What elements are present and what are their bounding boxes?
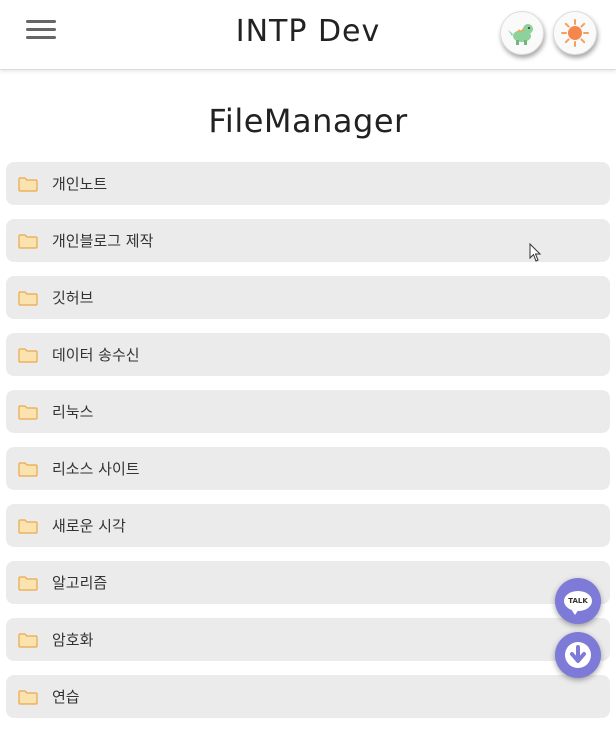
sun-icon <box>561 19 589 47</box>
dinosaur-icon <box>508 24 533 45</box>
folder-item[interactable]: 새로운 시각 <box>6 504 610 547</box>
top-header: INTP Dev <box>0 0 616 70</box>
folder-icon <box>18 404 38 420</box>
mouse-pointer-icon <box>529 243 542 262</box>
folder-label: 연습 <box>52 688 80 706</box>
folder-item[interactable]: 데이터 송수신 <box>6 333 610 376</box>
folder-label: 새로운 시각 <box>52 517 126 535</box>
folder-icon <box>18 233 38 249</box>
folder-label: 알고리즘 <box>52 574 108 592</box>
folder-label: 리소스 사이트 <box>52 460 140 478</box>
folder-item[interactable]: 암호화 <box>6 618 610 661</box>
folder-icon <box>18 176 38 192</box>
folder-item[interactable]: 연습 <box>6 675 610 718</box>
folder-item[interactable]: 리눅스 <box>6 390 610 433</box>
folder-item[interactable]: 깃허브 <box>6 276 610 319</box>
folder-item[interactable]: 개인블로그 제작 <box>6 219 610 262</box>
dinosaur-button[interactable] <box>500 11 544 55</box>
folder-label: 깃허브 <box>52 289 94 307</box>
folder-label: 개인블로그 제작 <box>52 232 154 250</box>
folder-list: 개인노트 개인블로그 제작 깃허브 데이터 송수신 리눅스 리소스 사이트 새로… <box>6 162 610 732</box>
folder-icon <box>18 461 38 477</box>
chat-talk-icon: TALK <box>564 591 592 615</box>
folder-icon <box>18 347 38 363</box>
folder-label: 리눅스 <box>52 403 94 421</box>
folder-icon <box>18 575 38 591</box>
folder-icon <box>18 689 38 705</box>
folder-label: 개인노트 <box>52 175 108 193</box>
folder-label: 데이터 송수신 <box>52 346 140 364</box>
theme-toggle-button[interactable] <box>553 11 597 55</box>
folder-item[interactable]: 알고리즘 <box>6 561 610 604</box>
folder-item[interactable]: 개인노트 <box>6 162 610 205</box>
scroll-down-button[interactable] <box>555 632 601 678</box>
talk-label: TALK <box>568 597 588 605</box>
arrow-down-icon <box>565 642 591 668</box>
folder-item[interactable]: 리소스 사이트 <box>6 447 610 490</box>
folder-icon <box>18 290 38 306</box>
folder-icon <box>18 518 38 534</box>
folder-label: 암호화 <box>52 631 94 649</box>
page-title: FileManager <box>208 102 408 140</box>
talk-chat-button[interactable]: TALK <box>555 578 601 624</box>
folder-icon <box>18 632 38 648</box>
